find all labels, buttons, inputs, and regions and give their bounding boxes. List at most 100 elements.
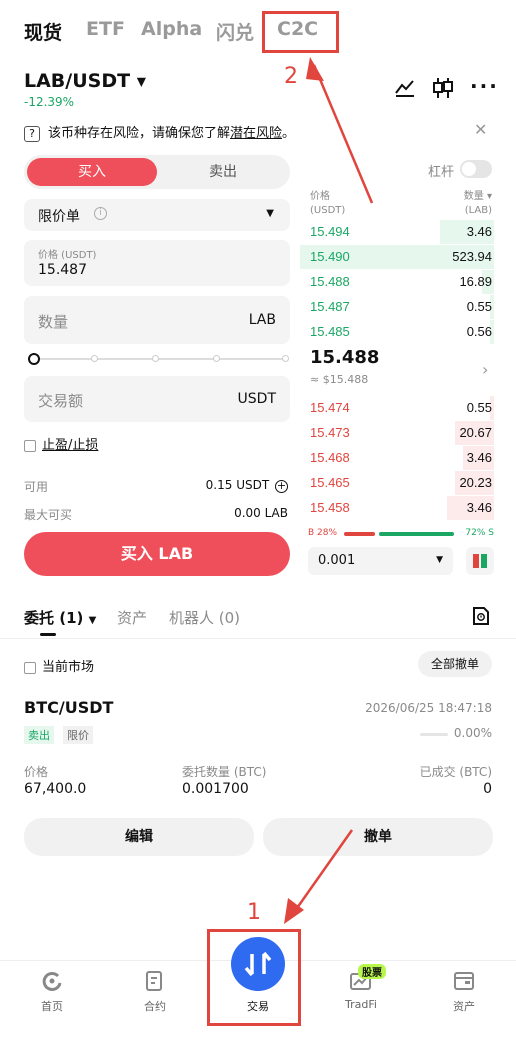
buy-tab[interactable]: 买入 [27,158,157,186]
sell-tab[interactable]: 卖出 [160,158,286,186]
caret-down-icon: ▼ [136,74,146,89]
candlestick-icon[interactable] [432,76,454,100]
nav-assets[interactable]: 资产 [424,970,504,1014]
quantity-placeholder: 数量 [38,313,69,331]
ratio-s-label: 72% S [465,528,494,538]
tab-assets[interactable]: 资产 [117,607,147,628]
precision-value: 0.001 [318,553,356,568]
checkbox-icon [24,661,36,674]
order-symbol[interactable]: BTC/USDT [24,698,113,717]
type-tag: 限价 [63,726,93,744]
orderbook-qty: 3.46 [466,450,492,465]
leverage-toggle[interactable] [460,160,492,178]
info-icon: i [94,207,107,220]
ratio-b-label: B 28% [308,528,338,538]
tab-alpha[interactable]: Alpha [141,18,202,40]
orderbook-qty-header[interactable]: 数量 ▾ (LAB) [464,190,492,218]
pair-symbol-text: LAB/USDT [24,70,131,92]
max-buy-value: 0.00 LAB [234,506,288,520]
orderbook-price: 15.474 [310,400,350,415]
wallet-icon [453,970,475,992]
slider-step[interactable] [282,355,289,362]
orderbook-qty: 0.55 [466,400,492,415]
help-icon: ? [24,125,40,142]
edit-order-button[interactable]: 编辑 [24,818,254,856]
caret-down-icon: ▼ [88,615,97,626]
order-type-label: 限价单 [38,209,80,225]
orderbook-row[interactable]: 15.494 3.46 [300,220,494,244]
slider-step[interactable] [91,355,98,362]
leverage-label: 杠杆 [428,165,455,180]
buy-sell-ratio: B 28% 72% S [308,528,494,540]
orderbook-row[interactable]: 15.473 20.67 [300,421,494,445]
order-time: 2026/06/25 18:47:18 [365,701,492,715]
nav-home[interactable]: 首页 [12,970,92,1014]
tab-orders[interactable]: 委托 (1) ▼ [24,607,96,628]
orderbook-price: 15.490 [310,249,350,264]
nav-futures[interactable]: 合约 [115,970,195,1014]
ratio-s-bar [379,532,454,536]
pair-change: -12.39% [24,95,75,109]
more-icon[interactable]: ··· [470,74,499,98]
tab-spot[interactable]: 现货 [24,18,62,45]
orderbook-qty: 3.46 [466,500,492,515]
slider-step[interactable] [213,355,220,362]
orderbook-price: 15.487 [310,299,350,314]
order-history-icon[interactable] [472,606,490,626]
current-market-label: 当前市场 [42,660,95,675]
fill-progress-bar [420,733,448,736]
layout-icon[interactable] [466,547,494,575]
pair-symbol[interactable]: LAB/USDT ▼ [24,70,146,92]
orderbook-row[interactable]: 15.474 0.55 [300,396,494,420]
order-qty-label: 委托数量 (BTC) [182,765,267,779]
risk-notice-link[interactable]: 潜在风险 [230,126,282,141]
orderbook-qty: 3.46 [466,224,492,239]
close-icon[interactable]: ✕ [474,120,487,139]
risk-notice-text: 该币种存在风险，请确保您了解 [48,126,231,141]
futures-icon [145,970,165,992]
available-value: 0.15 USDT + [206,478,288,493]
precision-select[interactable]: 0.001 ▼ [308,547,453,575]
orderbook-price: 15.473 [310,425,350,440]
amount-input[interactable]: 交易额 USDT [24,376,290,422]
caret-down-icon: ▼ [436,555,443,565]
risk-notice-suffix: 。 [282,126,296,141]
orderbook-row[interactable]: 15.465 20.23 [300,471,494,495]
orderbook-row[interactable]: 15.488 16.89 [300,270,494,294]
orderbook-price: 15.458 [310,500,350,515]
chart-settings-icon[interactable] [394,78,416,98]
tpsl-label: 止盈/止损 [42,438,99,453]
risk-notice: ? 该币种存在风险，请确保您了解潜在风险。 [24,122,494,142]
orderbook-price-header: 价格 (USDT) [310,191,346,216]
tab-convert[interactable]: 闪兑 [216,18,254,45]
checkbox-icon [24,439,36,452]
orderbook-row[interactable]: 15.458 3.46 [300,496,494,520]
add-circle-icon[interactable]: + [275,480,288,493]
orderbook-price: 15.488 [310,274,350,289]
tab-orders-label: 委托 (1) [24,609,84,627]
buy-submit-button[interactable]: 买入 LAB [24,532,290,576]
tpsl-checkbox[interactable]: 止盈/止损 [24,434,98,453]
orderbook-row[interactable]: 15.490 523.94 [300,245,494,269]
divider [0,638,516,639]
orderbook-row[interactable]: 15.485 0.56 [300,320,494,344]
price-input[interactable]: 价格 (USDT) 15.487 [24,240,290,286]
order-type-select[interactable]: 限价单 i ▼ [24,199,290,231]
current-market-checkbox[interactable]: 当前市场 [24,656,94,675]
tab-bots[interactable]: 机器人 (0) [169,607,240,628]
price-input-value: 15.487 [38,262,87,278]
quantity-input[interactable]: 数量 LAB [24,296,290,344]
chevron-right-icon[interactable]: › [482,360,488,379]
orderbook-row[interactable]: 15.487 0.55 [300,295,494,319]
quantity-slider[interactable] [28,352,290,366]
order-filled-label: 已成交 (BTC) [419,765,492,779]
nav-home-label: 首页 [41,1000,63,1013]
cancel-all-button[interactable]: 全部撤单 [418,651,492,677]
tab-etf[interactable]: ETF [86,18,125,40]
slider-step[interactable] [152,355,159,362]
orderbook-qty: 20.67 [459,425,492,440]
highlight-box-trade [207,929,301,1026]
orderbook-row[interactable]: 15.468 3.46 [300,446,494,470]
orderbook-qty: 0.56 [466,324,492,339]
slider-thumb[interactable] [28,353,40,365]
